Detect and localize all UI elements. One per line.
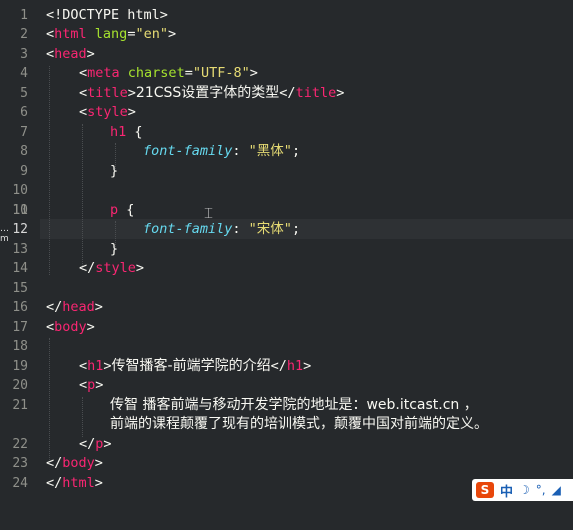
line-number: 18 (12, 339, 28, 354)
line-number: 19 (12, 359, 28, 374)
line-number: 1 (20, 8, 28, 23)
code-line-21: 传智 播客前端与移动开发学院的地址是：web.itcast.cn ， (110, 397, 478, 413)
line-number: 8 (20, 144, 28, 159)
code-line-23: </body> (46, 455, 103, 471)
code-line-4: <meta charset="UTF-8"> (79, 65, 258, 81)
cursor-marker: …m (0, 224, 9, 244)
code-line-12[interactable]: font-family: "宋体"; (143, 220, 300, 239)
line-number: 17 (12, 320, 28, 335)
line-number: 13 (12, 242, 28, 257)
code-line-7: h1 { (110, 124, 143, 140)
skin-icon[interactable]: ◢ (552, 483, 561, 497)
line-number: 6 (20, 105, 28, 120)
line-number: 10 (12, 183, 28, 198)
code-line-20: <p> (79, 377, 104, 393)
line-number: 22 (12, 437, 28, 452)
ime-mode-toggle[interactable]: 中 (500, 481, 513, 500)
code-line-2: <html lang="en"> (46, 26, 177, 42)
line-number: 21 (12, 398, 28, 413)
code-line-13: } (110, 241, 119, 257)
line-number: 14 (12, 261, 28, 276)
line-number: 5 (20, 86, 28, 101)
code-line-22: </p> (79, 436, 112, 452)
line-number: 24 (12, 476, 28, 491)
line-number: 3 (20, 47, 28, 62)
punctuation-icon[interactable]: °, (536, 483, 546, 497)
line-number: 11 (12, 203, 28, 218)
line-number: 4 (20, 66, 28, 81)
code-line-9: } (110, 163, 119, 179)
line-number: 20 (12, 378, 28, 393)
code-editor[interactable]: 1 2 3 4 5 6 7 8 9 10 10 11 12 …m 13 14 1… (0, 0, 573, 530)
code-line-19: <h1>传智播客-前端学院的介绍</h1> (79, 358, 312, 374)
code-line-24: </html> (46, 475, 103, 491)
line-number: 15 (12, 281, 28, 296)
code-line-6: <style> (79, 104, 136, 120)
sogou-logo-icon[interactable]: S (476, 482, 494, 498)
line-number: 16 (12, 300, 28, 315)
code-line-17: <body> (46, 319, 95, 335)
code-line-8: font-family: "黑体"; (143, 143, 301, 159)
line-number: 9 (20, 164, 28, 179)
code-line-1: <!DOCTYPE html> (46, 7, 168, 23)
code-line-14: </style> (79, 260, 145, 276)
code-line-11: p { (110, 202, 135, 218)
line-number: 2 (20, 27, 28, 42)
line-number: 23 (12, 456, 28, 471)
line-number: 7 (20, 125, 28, 140)
code-line-21-wrap: 前端的课程颠覆了现有的培训模式，颠覆中国对前端的定义。 (110, 416, 488, 432)
ime-toolbar[interactable]: S 中 ☽ °, ◢ (472, 479, 573, 501)
half-width-moon-icon[interactable]: ☽ (519, 483, 530, 497)
code-line-16: </head> (46, 299, 103, 315)
code-line-3: <head> (46, 46, 95, 62)
code-line-5: <title>21CSS设置字体的类型</title> (79, 85, 345, 101)
